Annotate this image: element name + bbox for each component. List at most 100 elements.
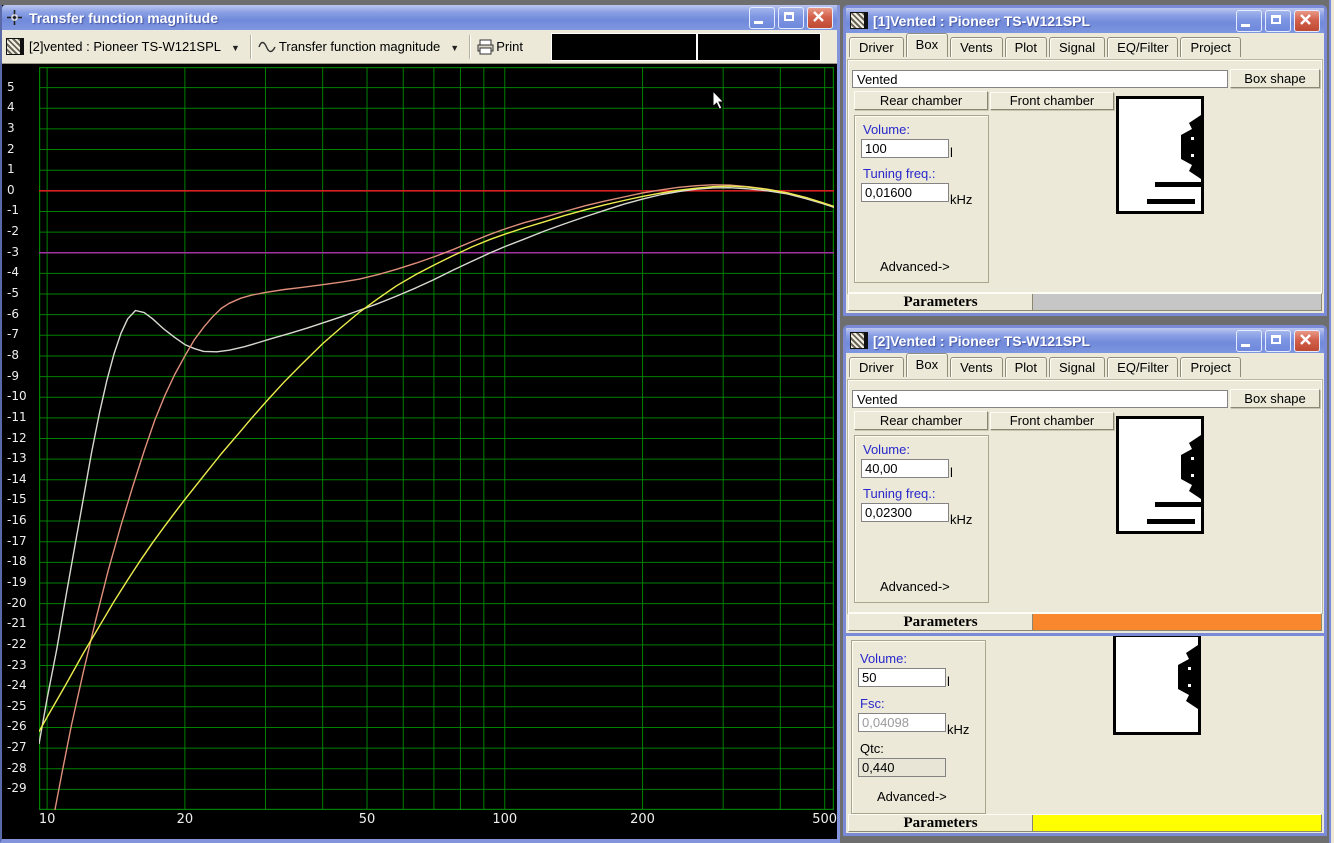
- y-tick-label: -7: [7, 327, 19, 342]
- tab-project[interactable]: Project: [1180, 37, 1241, 57]
- project-icon: [6, 38, 24, 55]
- minimize-button[interactable]: [749, 6, 775, 29]
- tab-plot[interactable]: Plot: [1004, 37, 1048, 57]
- tuning-freq-unit: kHz: [950, 192, 973, 207]
- y-tick-label: 4: [7, 100, 15, 115]
- enclosure-type-field: Vented: [852, 70, 1228, 88]
- tab-signal[interactable]: Signal: [1049, 357, 1106, 377]
- front-chamber-button[interactable]: Front chamber: [990, 412, 1114, 430]
- y-tick-label: -11: [7, 409, 27, 424]
- window-1-vented: [1]Vented : Pioneer TS-W121SPL Driver Box…: [843, 5, 1327, 316]
- tab-box[interactable]: Box: [905, 33, 949, 57]
- plot-toolbar: [2]vented : Pioneer TS-W121SPL ▼ Transfe…: [2, 30, 837, 64]
- tab-eq-filter[interactable]: EQ/Filter: [1107, 37, 1179, 57]
- tab-project[interactable]: Project: [1180, 357, 1241, 377]
- y-tick-label: -16: [7, 513, 27, 528]
- tab-box[interactable]: Box: [905, 353, 949, 377]
- plot-area: [39, 67, 834, 810]
- toolbar-separator: [469, 34, 472, 59]
- y-tick-label: 0: [7, 182, 15, 197]
- volume-input[interactable]: [861, 459, 949, 478]
- x-tick-label: 10: [38, 812, 56, 827]
- minimize-button[interactable]: [1236, 329, 1262, 352]
- enclosure-type-field: Vented: [852, 390, 1228, 408]
- graph-type-dropdown[interactable]: Transfer function magnitude: [279, 39, 440, 54]
- speaker-driver-icon: [1178, 645, 1198, 709]
- project-icon: [850, 12, 868, 29]
- box-diagram: [1116, 96, 1204, 214]
- y-tick-label: -15: [7, 492, 27, 507]
- maximize-button[interactable]: [778, 6, 804, 29]
- front-chamber-button[interactable]: Front chamber: [990, 92, 1114, 110]
- project-icon: [850, 332, 868, 349]
- y-tick-label: -27: [7, 740, 27, 755]
- rear-chamber-button[interactable]: Rear chamber: [854, 411, 988, 430]
- volume-label: Volume:: [863, 442, 910, 457]
- tab-signal[interactable]: Signal: [1049, 37, 1106, 57]
- y-tick-label: -9: [7, 368, 19, 383]
- advanced-link[interactable]: Advanced->: [877, 789, 947, 804]
- box-shape-button[interactable]: Box shape: [1230, 389, 1320, 408]
- parameters-bar: Parameters: [848, 613, 1322, 631]
- tab-eq-filter[interactable]: EQ/Filter: [1107, 357, 1179, 377]
- x-axis-labels: 10 20 50 100 200 500: [2, 812, 837, 832]
- legend-panel-1: [551, 33, 696, 60]
- window-1-title: [1]Vented : Pioneer TS-W121SPL: [873, 12, 1091, 29]
- y-tick-label: -3: [7, 244, 19, 259]
- parameters-header[interactable]: Parameters: [849, 614, 1032, 630]
- y-tick-label: -6: [7, 306, 19, 321]
- speaker-driver-icon: [1181, 115, 1201, 179]
- tuning-freq-input[interactable]: [861, 183, 949, 202]
- plot-titlebar[interactable]: Transfer function magnitude: [2, 5, 837, 30]
- y-tick-label: 1: [7, 162, 15, 177]
- curve-color-stripe: [1032, 614, 1321, 630]
- maximize-button[interactable]: [1265, 9, 1291, 32]
- window-2-titlebar[interactable]: [2]Vented : Pioneer TS-W121SPL: [846, 328, 1324, 353]
- plot-window: Transfer function magnitude [2]vented : …: [0, 5, 840, 843]
- window-2-title: [2]Vented : Pioneer TS-W121SPL: [873, 332, 1091, 349]
- close-icon[interactable]: [807, 6, 833, 29]
- sine-wave-icon: [258, 41, 276, 52]
- parameters-header[interactable]: Parameters: [849, 294, 1032, 310]
- chevron-down-icon[interactable]: ▼: [231, 43, 240, 53]
- advanced-link[interactable]: Advanced->: [880, 579, 950, 594]
- mouse-cursor: [712, 91, 725, 110]
- box-diagram: [1113, 636, 1201, 735]
- tab-driver[interactable]: Driver: [849, 37, 904, 57]
- window-1-titlebar[interactable]: [1]Vented : Pioneer TS-W121SPL: [846, 8, 1324, 33]
- y-tick-label: -26: [7, 719, 27, 734]
- y-tick-label: 3: [7, 120, 15, 135]
- close-icon[interactable]: [1294, 9, 1320, 32]
- box-shape-button[interactable]: Box shape: [1230, 69, 1320, 88]
- tab-vents[interactable]: Vents: [950, 357, 1003, 377]
- print-button[interactable]: Print: [496, 39, 523, 54]
- rear-chamber-group: Volume: l Tuning freq.: kHz Advanced->: [854, 435, 989, 603]
- tuning-freq-label: Tuning freq.:: [863, 166, 936, 181]
- fsc-unit: kHz: [947, 722, 970, 737]
- parameters-header[interactable]: Parameters: [849, 815, 1032, 831]
- window-3-closed: Volume: l Fsc: kHz Qtc: Advanced-> Param…: [843, 636, 1327, 836]
- volume-label: Volume:: [860, 651, 907, 666]
- fsc-input: [858, 713, 946, 732]
- project-dropdown[interactable]: [2]vented : Pioneer TS-W121SPL: [29, 39, 221, 54]
- tab-driver[interactable]: Driver: [849, 357, 904, 377]
- crosshair-icon: [7, 10, 22, 25]
- rear-chamber-button[interactable]: Rear chamber: [854, 91, 988, 110]
- minimize-button[interactable]: [1236, 9, 1262, 32]
- y-axis-labels: 5 4 3 2 1 0 -1 -2 -3 -4 -5 -6 -7 -8 -9 -10 -11 -12 -13 -14 -…: [2, 67, 38, 810]
- volume-input[interactable]: [858, 668, 946, 687]
- maximize-button[interactable]: [1265, 329, 1291, 352]
- chevron-down-icon[interactable]: ▼: [450, 43, 459, 53]
- y-tick-label: -8: [7, 347, 19, 362]
- close-icon[interactable]: [1294, 329, 1320, 352]
- legend-panel-2: [697, 33, 820, 60]
- tab-vents[interactable]: Vents: [950, 37, 1003, 57]
- window-2-box-panel: Vented Box shape Rear chamber Front cham…: [847, 379, 1323, 614]
- y-tick-label: -13: [7, 451, 27, 466]
- advanced-link[interactable]: Advanced->: [880, 259, 950, 274]
- y-tick-label: -14: [7, 471, 27, 486]
- parameters-bar: Parameters: [848, 814, 1322, 832]
- tab-plot[interactable]: Plot: [1004, 357, 1048, 377]
- volume-input[interactable]: [861, 139, 949, 158]
- tuning-freq-input[interactable]: [861, 503, 949, 522]
